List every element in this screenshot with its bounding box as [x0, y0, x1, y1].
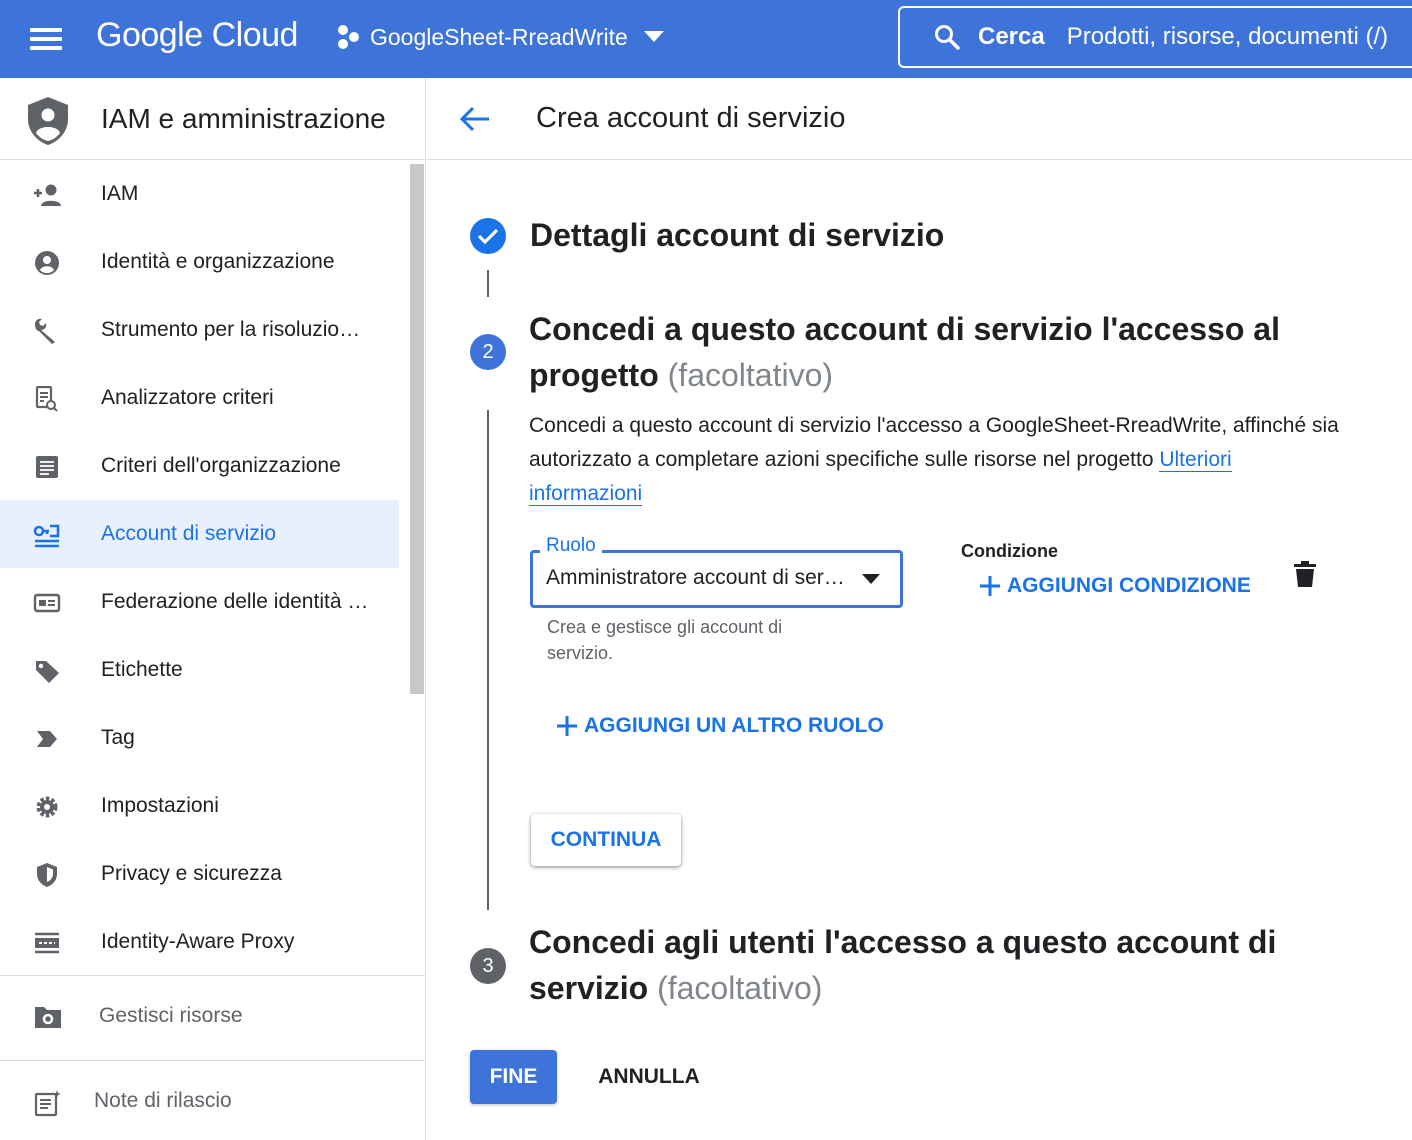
sidebar-item-label: Privacy e sicurezza [101, 862, 282, 885]
sidebar-item-identity-federation[interactable]: Federazione delle identità … [0, 568, 399, 636]
project-name: GoogleSheet-RreadWrite [370, 23, 628, 50]
release-notes-icon [34, 1090, 61, 1117]
sidebar-item-identity-aware-proxy[interactable]: Identity-Aware Proxy [0, 908, 399, 975]
sidebar-nav-list: IAM Identità e organizzazione Strumento … [0, 160, 410, 975]
step3-number-badge: 3 [470, 948, 506, 984]
add-another-role-button[interactable]: AGGIUNGI UN ALTRO RUOLO [556, 714, 884, 738]
step2-title-line1: Concedi a questo account di servizio l'a… [529, 311, 1280, 347]
policy-analyzer-icon [35, 386, 58, 412]
trash-icon[interactable] [1294, 561, 1316, 587]
plus-icon [980, 576, 1000, 596]
sidebar-item-label: Criteri dell'organizzazione [101, 454, 341, 477]
plus-icon [557, 716, 577, 736]
iam-shield-icon [28, 97, 68, 145]
step2-title: Concedi a questo account di servizio l'a… [529, 306, 1280, 398]
back-arrow-icon[interactable] [459, 105, 491, 133]
step3-title-line2: servizio [529, 970, 649, 1006]
sidebar: IAM e amministrazione IAM Identità e org… [0, 78, 426, 1140]
sidebar-item-label: Tag [101, 726, 135, 749]
add-condition-label: AGGIUNGI CONDIZIONE [1007, 574, 1251, 597]
sidebar-item-label: Strumento per la risoluzio… [101, 318, 361, 341]
role-selected-value[interactable]: Amministratore account di servizio [546, 566, 846, 590]
search-icon [935, 25, 960, 50]
sidebar-item-release-notes[interactable]: Note di rilascio [0, 1060, 425, 1140]
sidebar-item-settings[interactable]: Impostazioni [0, 772, 399, 840]
step1-title[interactable]: Dettagli account di servizio [530, 212, 944, 258]
sidebar-title: IAM e amministrazione [101, 103, 386, 134]
hamburger-menu-icon[interactable] [30, 26, 64, 50]
step-connector [487, 410, 489, 910]
search-input[interactable]: Cerca Prodotti, risorse, documenti (/) [898, 6, 1412, 68]
sidebar-item-identity-organization[interactable]: Identità e organizzazione [0, 228, 399, 296]
top-app-bar: Google Cloud GoogleSheet-RreadWrite Cerc… [0, 0, 1412, 78]
sidebar-item-label: Federazione delle identità … [101, 590, 369, 613]
shield-icon [37, 863, 57, 887]
sidebar-item-label: Analizzatore criteri [101, 386, 274, 409]
step2-optional-label: (facoltativo) [667, 357, 834, 393]
sidebar-header: IAM e amministrazione [0, 78, 425, 160]
sidebar-item-manage-resources[interactable]: Gestisci risorse [0, 975, 425, 1060]
search-label: Cerca [978, 23, 1045, 50]
label-tag-icon [36, 661, 59, 683]
manage-resources-label: Gestisci risorse [99, 1004, 243, 1027]
sidebar-item-iam[interactable]: IAM [0, 160, 399, 228]
step-connector [487, 270, 489, 297]
document-list-icon [36, 456, 58, 478]
sidebar-item-policy-analyzer[interactable]: Analizzatore criteri [0, 364, 399, 432]
gear-icon [36, 796, 58, 818]
continue-button[interactable]: CONTINUA [531, 814, 681, 866]
add-another-role-label: AGGIUNGI UN ALTRO RUOLO [584, 714, 884, 737]
sidebar-item-label: Etichette [101, 658, 183, 681]
search-placeholder: Prodotti, risorse, documenti (/) [1066, 23, 1389, 50]
step3-title[interactable]: Concedi agli utenti l'accesso a questo a… [529, 919, 1276, 1011]
project-hexagon-icon [338, 25, 359, 49]
role-help-text: Crea e gestisce gli account di servizio. [547, 617, 783, 663]
cancel-button[interactable]: ANNULLA [586, 1050, 712, 1104]
sidebar-item-tags[interactable]: Tag [0, 704, 399, 772]
done-button[interactable]: FINE [470, 1050, 557, 1104]
step2-number-badge: 2 [470, 334, 506, 370]
project-selector[interactable]: GoogleSheet-RreadWrite [336, 20, 664, 54]
account-circle-icon [35, 251, 59, 275]
sidebar-item-label: Identity-Aware Proxy [101, 930, 295, 953]
tag-arrow-icon [37, 731, 57, 747]
sidebar-item-privacy-security[interactable]: Privacy e sicurezza [0, 840, 399, 908]
sidebar-item-labels[interactable]: Etichette [0, 636, 399, 704]
sidebar-item-label: IAM [101, 182, 139, 205]
wrench-icon [35, 318, 55, 344]
page-header: Crea account di servizio [427, 78, 1412, 160]
role-field-label: Ruolo [540, 535, 602, 557]
proxy-icon [35, 932, 59, 954]
google-cloud-logo[interactable]: Google Cloud [96, 15, 298, 55]
sidebar-item-troubleshooter[interactable]: Strumento per la risoluzio… [0, 296, 399, 364]
service-account-icon [33, 524, 60, 548]
step2-description: Concedi a questo account di servizio l'a… [529, 409, 1349, 511]
step3-title-line1: Concedi agli utenti l'accesso a questo a… [529, 924, 1277, 960]
add-condition-button[interactable]: AGGIUNGI CONDIZIONE [979, 574, 1251, 598]
page-title: Crea account di servizio [536, 102, 846, 134]
condition-label: Condizione [961, 541, 1058, 561]
person-add-icon [34, 184, 61, 206]
step-complete-check-icon [470, 218, 506, 254]
sidebar-item-label: Account di servizio [101, 522, 277, 545]
sidebar-item-label: Impostazioni [101, 794, 219, 817]
sidebar-item-service-accounts[interactable]: Account di servizio [0, 500, 399, 568]
sidebar-scrollbar[interactable] [410, 164, 424, 694]
dropdown-caret-icon[interactable] [861, 573, 881, 585]
sidebar-item-org-policies[interactable]: Criteri dell'organizzazione [0, 432, 399, 500]
folder-gear-icon [35, 1007, 61, 1028]
sidebar-item-label: Identità e organizzazione [101, 250, 335, 273]
release-notes-label: Note di rilascio [94, 1089, 232, 1112]
step3-optional-label: (facoltativo) [657, 970, 823, 1006]
id-card-icon [33, 593, 61, 613]
chevron-down-icon [643, 31, 664, 42]
step2-title-line2: progetto [529, 357, 659, 393]
